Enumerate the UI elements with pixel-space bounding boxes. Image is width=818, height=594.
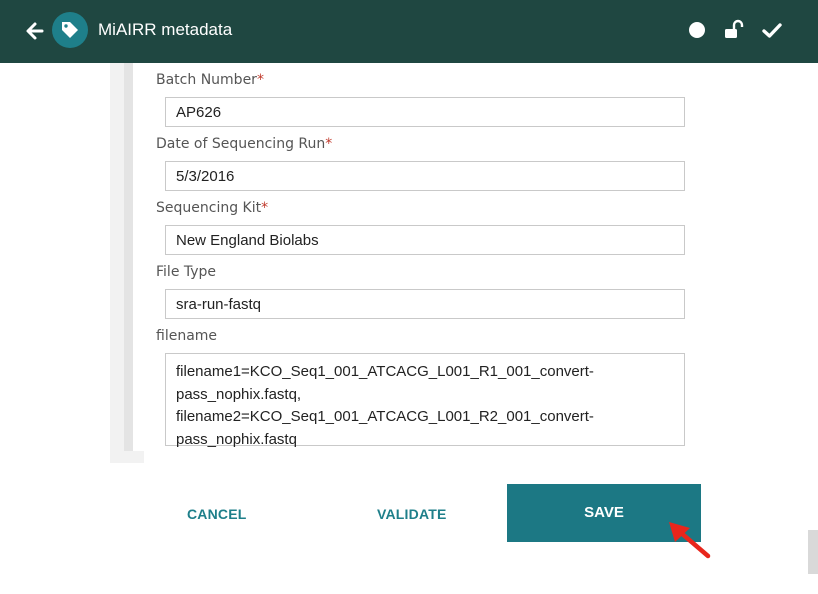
unlock-icon[interactable] <box>723 19 745 41</box>
panel-scroll-bar <box>124 63 133 451</box>
scrollbar-thumb[interactable] <box>808 530 818 574</box>
cancel-button[interactable]: CANCEL <box>187 506 247 522</box>
panel-footer <box>110 451 144 463</box>
sequencing-kit-field[interactable]: New England Biolabs <box>165 225 685 255</box>
required-marker: * <box>325 136 333 152</box>
filename-textarea[interactable]: filename1=KCO_Seq1_001_ATCACG_L001_R1_00… <box>165 353 685 448</box>
required-marker: * <box>256 72 264 88</box>
panel-gutter <box>110 63 124 463</box>
required-marker: * <box>261 200 269 216</box>
batch-number-field[interactable]: AP626 <box>165 97 685 127</box>
validate-button[interactable]: VALIDATE <box>377 506 447 522</box>
filename-label: filename <box>156 328 218 344</box>
pointer-arrow-icon <box>669 522 711 559</box>
circle-icon[interactable] <box>689 22 705 38</box>
page-title: MiAIRR metadata <box>98 20 233 39</box>
date-of-sequencing-run-field[interactable]: 5/3/2016 <box>165 161 685 191</box>
app-header: MiAIRR metadata <box>0 0 818 63</box>
date-of-sequencing-run-label: Date of Sequencing Run* <box>156 136 333 152</box>
check-icon[interactable] <box>761 20 783 42</box>
sequencing-kit-label: Sequencing Kit* <box>156 200 269 216</box>
back-arrow-icon[interactable] <box>24 20 46 42</box>
batch-number-label: Batch Number* <box>156 72 264 88</box>
tag-badge <box>52 12 88 48</box>
file-type-field[interactable]: sra-run-fastq <box>165 289 685 319</box>
tag-icon <box>62 22 78 38</box>
file-type-label: File Type <box>156 264 217 280</box>
